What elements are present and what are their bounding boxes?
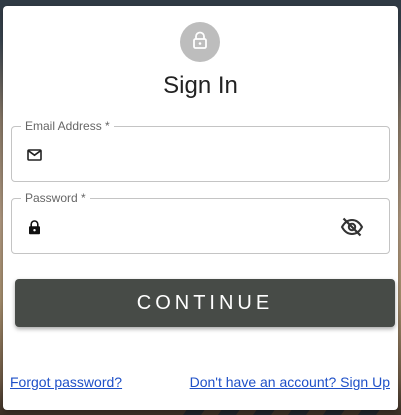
email-label: Email Address * (21, 119, 114, 133)
avatar (180, 22, 220, 62)
email-input[interactable] (52, 139, 332, 171)
lock-icon (192, 31, 208, 54)
page-title: Sign In (163, 72, 238, 99)
forgot-password-link[interactable]: Forgot password? (10, 374, 122, 390)
password-field[interactable]: Password * (11, 191, 390, 254)
lock-icon (26, 219, 42, 235)
continue-button[interactable]: CONTINUE (15, 279, 395, 327)
password-input[interactable] (52, 211, 332, 243)
sign-in-card: Sign In Email Address * Password * CONTI… (3, 6, 398, 410)
sign-up-link[interactable]: Don't have an account? Sign Up (190, 374, 390, 390)
mail-icon (26, 147, 42, 163)
eye-off-icon[interactable] (339, 216, 365, 238)
password-label: Password * (21, 191, 90, 205)
email-field[interactable]: Email Address * (11, 119, 390, 182)
